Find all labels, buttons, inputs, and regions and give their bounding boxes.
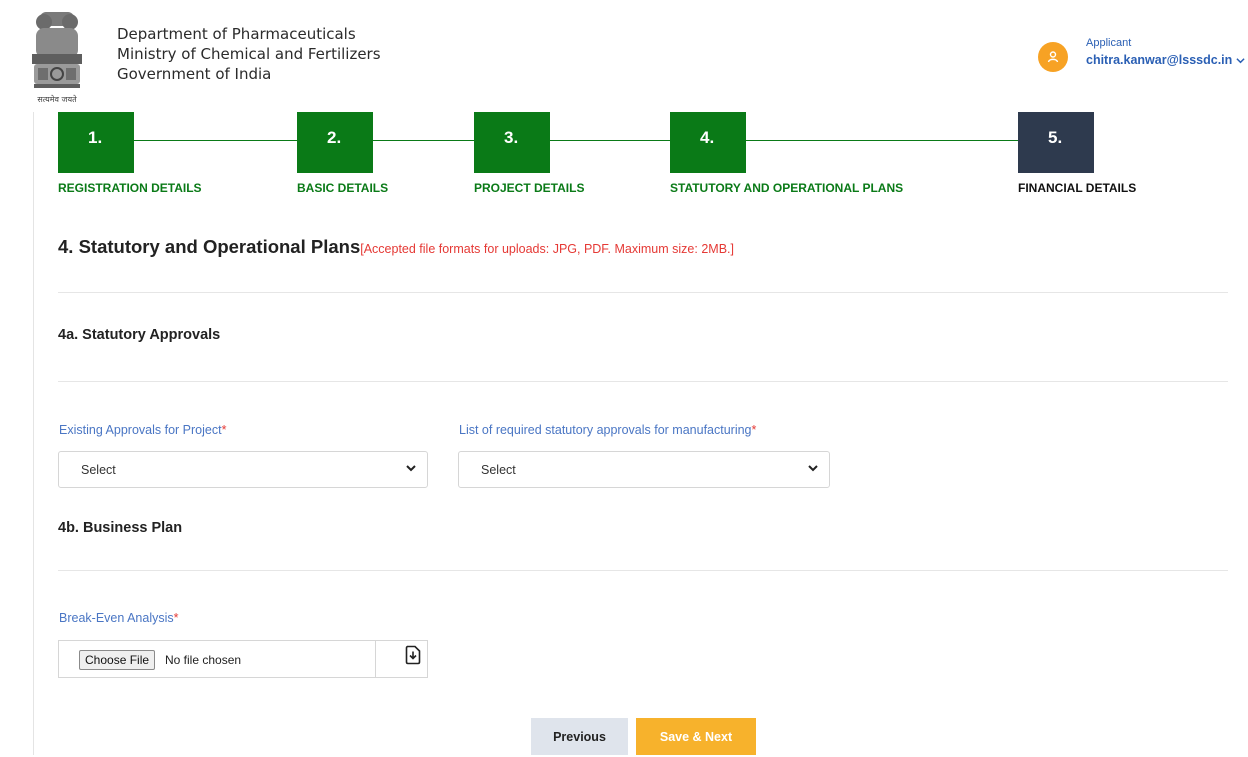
divider [58, 381, 1228, 382]
existing-approvals-label: Existing Approvals for Project* [59, 423, 226, 437]
user-email: chitra.kanwar@lsssdc.in [1086, 53, 1233, 67]
step-3-box[interactable]: 3. [474, 112, 550, 173]
step-4-box[interactable]: 4. [670, 112, 746, 173]
step-2-label[interactable]: BASIC DETAILS [297, 181, 388, 195]
select-value: Select [81, 463, 116, 477]
user-icon [1047, 51, 1059, 63]
user-role: Applicant [1086, 37, 1132, 49]
business-plan-heading: 4b. Business Plan [58, 520, 183, 536]
dept-line-2: Ministry of Chemical and Fertilizers [117, 45, 381, 63]
step-1-label[interactable]: REGISTRATION DETAILS [58, 181, 202, 195]
page-title: 4. Statutory and Operational Plans[Accep… [58, 236, 734, 258]
break-even-file-input[interactable]: Choose File No file chosen [58, 640, 428, 678]
national-emblem-logo: सत्यमेव जयते [32, 12, 82, 104]
save-next-button[interactable]: Save & Next [636, 718, 756, 755]
user-avatar[interactable] [1038, 42, 1068, 72]
dept-line-1: Department of Pharmaceuticals [117, 25, 356, 43]
step-5-label[interactable]: FINANCIAL DETAILS [1018, 181, 1136, 195]
step-connector [550, 140, 670, 141]
required-approvals-select[interactable]: Select [458, 451, 830, 488]
step-connector [746, 140, 1018, 141]
step-number: 3. [504, 128, 519, 147]
statutory-approvals-heading: 4a. Statutory Approvals [58, 327, 221, 343]
step-5-box[interactable]: 5. [1018, 112, 1094, 173]
step-number: 4. [700, 128, 715, 147]
step-number: 2. [327, 128, 342, 147]
step-connector [134, 140, 297, 141]
chevron-down-icon [406, 465, 416, 472]
file-download-icon[interactable] [404, 645, 422, 665]
divider [375, 641, 376, 677]
break-even-label: Break-Even Analysis* [59, 611, 179, 625]
required-asterisk: * [751, 423, 757, 437]
header: सत्यमेव जयते Department of Pharmaceutica… [0, 0, 1248, 112]
existing-approvals-select[interactable]: Select [58, 451, 428, 488]
svg-text:सत्यमेव जयते: सत्यमेव जयते [37, 94, 77, 104]
choose-file-button[interactable]: Choose File [79, 650, 156, 670]
required-asterisk: * [221, 423, 227, 437]
break-even-label-text: Break-Even Analysis [59, 611, 174, 625]
step-number: 1. [88, 128, 103, 147]
required-approvals-label-text: List of required statutory approvals for… [459, 423, 752, 437]
step-4-label[interactable]: STATUTORY AND OPERATIONAL PLANS [670, 181, 903, 195]
chevron-down-icon [808, 465, 818, 472]
dept-line-3: Government of India [117, 65, 272, 83]
divider [58, 292, 1228, 293]
previous-button[interactable]: Previous [531, 718, 628, 755]
step-3-label[interactable]: PROJECT DETAILS [474, 181, 584, 195]
step-connector [373, 140, 474, 141]
required-approvals-label: List of required statutory approvals for… [459, 423, 756, 437]
left-border [33, 112, 34, 755]
existing-approvals-label-text: Existing Approvals for Project [59, 423, 222, 437]
department-name: Department of Pharmaceuticals Ministry o… [117, 24, 381, 84]
file-status: No file chosen [165, 653, 242, 667]
chevron-down-icon[interactable] [1236, 56, 1245, 65]
step-2-box[interactable]: 2. [297, 112, 373, 173]
section-title-text: 4. Statutory and Operational Plans [58, 236, 361, 257]
step-1-box[interactable]: 1. [58, 112, 134, 173]
upload-format-note: [Accepted file formats for uploads: JPG,… [360, 242, 734, 256]
step-number: 5. [1048, 128, 1063, 147]
divider [58, 570, 1228, 571]
required-asterisk: * [173, 611, 179, 625]
select-value: Select [481, 463, 516, 477]
